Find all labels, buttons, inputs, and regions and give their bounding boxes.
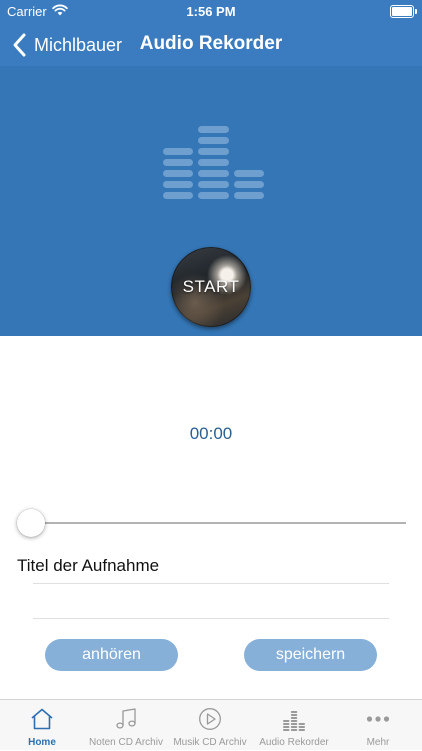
status-bar: Carrier 1:56 PM [0, 0, 422, 24]
equalizer-icon [283, 711, 305, 731]
home-icon [31, 708, 53, 730]
listen-button[interactable]: anhören [45, 639, 178, 671]
tab-noten-cd-archiv[interactable]: Noten CD Archiv [84, 700, 168, 751]
title-field-label: Titel der Aufnahme [17, 556, 160, 575]
tab-bar: Home Noten CD Archiv Musik CD Archiv Aud… [0, 699, 422, 750]
tab-label: Mehr [366, 737, 390, 748]
recording-timer: 00:00 [189, 424, 233, 443]
tab-label: Home [28, 737, 56, 748]
tab-mehr[interactable]: Mehr [336, 700, 420, 751]
play-circle-icon [199, 708, 221, 730]
divider [33, 618, 389, 619]
equalizer-icon [163, 126, 264, 199]
music-note-icon [116, 708, 136, 729]
recording-title-input[interactable] [17, 588, 406, 618]
tab-label: Musik CD Archiv [173, 737, 247, 748]
start-record-button[interactable]: START [171, 247, 251, 327]
tab-label: Audio Rekorder [259, 737, 329, 748]
start-button-label: START [182, 277, 240, 296]
divider [33, 583, 389, 584]
battery-icon [390, 5, 417, 18]
clock: 1:56 PM [186, 4, 236, 19]
save-button[interactable]: speichern [244, 639, 377, 671]
slider-thumb[interactable] [17, 509, 45, 537]
playback-slider[interactable] [17, 509, 406, 537]
tab-audio-rekorder[interactable]: Audio Rekorder [252, 700, 336, 751]
more-icon [366, 716, 390, 722]
page-title: Audio Rekorder [139, 33, 283, 54]
navigation-bar: Michlbauer Audio Rekorder [0, 24, 422, 66]
tab-home[interactable]: Home [0, 700, 84, 751]
tab-label: Noten CD Archiv [89, 737, 163, 748]
slider-track [17, 522, 406, 524]
tab-musik-cd-archiv[interactable]: Musik CD Archiv [168, 700, 252, 751]
